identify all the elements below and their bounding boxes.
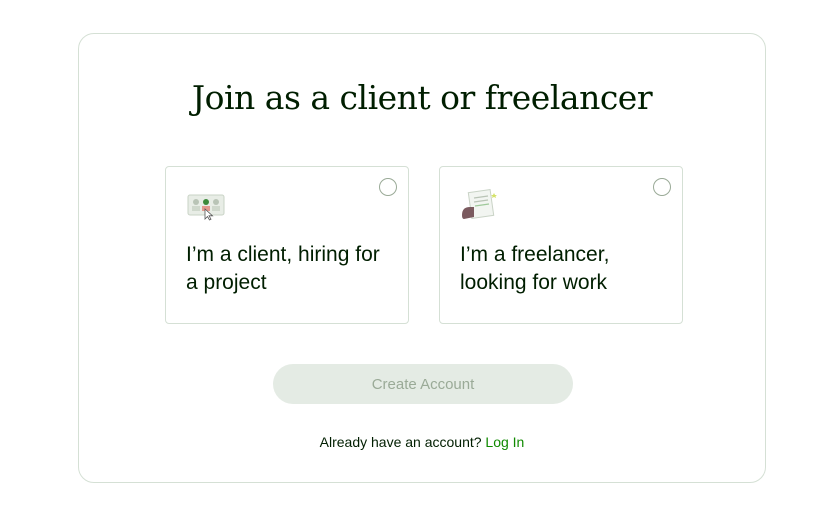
freelancer-option-card[interactable]: I’m a freelancer, looking for work xyxy=(439,166,683,324)
client-option-label: I’m a client, hiring for a project xyxy=(186,243,380,294)
freelancer-work-illustration-icon xyxy=(462,189,497,219)
client-radio-button[interactable] xyxy=(379,178,397,196)
client-option-card[interactable]: I’m a client, hiring for a project xyxy=(165,166,409,324)
freelancer-radio-button[interactable] xyxy=(653,178,671,196)
login-link[interactable]: Log In xyxy=(485,434,524,450)
signup-card: Join as a client or freelancer I’m a cli… xyxy=(78,33,766,483)
login-prompt: Already have an account? Log In xyxy=(79,434,765,450)
create-account-button[interactable]: Create Account xyxy=(273,364,573,404)
freelancer-option-label: I’m a freelancer, looking for work xyxy=(460,243,610,294)
login-prompt-text: Already have an account? xyxy=(319,434,482,450)
page-title: Join as a client or freelancer xyxy=(191,78,653,117)
client-hiring-illustration-icon xyxy=(187,194,225,221)
